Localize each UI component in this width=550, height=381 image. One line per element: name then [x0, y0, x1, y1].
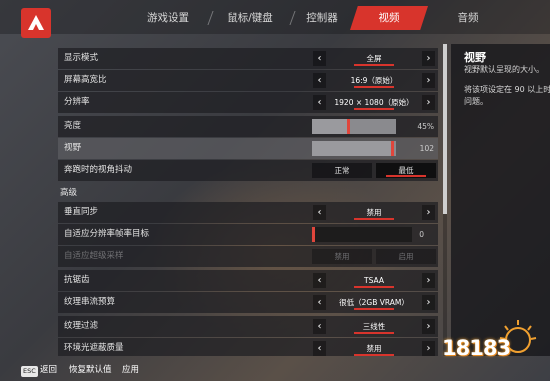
setting-label: 自适应分辨率帧率目标 [64, 229, 150, 239]
slider-fill [312, 119, 350, 134]
chevron-right-icon[interactable]: › [422, 273, 435, 288]
brightness-slider[interactable] [312, 119, 396, 134]
setting-anti-aliasing[interactable]: 抗锯齿 ‹ TSAA › [58, 270, 438, 291]
slider-value: 0 [419, 230, 424, 239]
description-text: 将该项设定在 90 以上时 [464, 85, 550, 94]
watermark-text: 18183 [442, 336, 511, 360]
setting-label: 亮度 [64, 121, 82, 131]
selection-underline [354, 308, 394, 310]
selection-underline [354, 354, 394, 356]
chevron-left-icon[interactable]: ‹ [313, 273, 326, 288]
option-minimal[interactable]: 最低 [376, 163, 436, 178]
setting-texture-filtering[interactable]: 纹理过滤 ‹ 三线性 › [58, 316, 438, 337]
setting-label: 奔跑时的视角抖动 [64, 165, 133, 175]
setting-label: 自适应超级采样 [64, 251, 124, 261]
tab-controller[interactable]: 控制器 [300, 6, 344, 30]
tab-mouse-keyboard[interactable]: 鼠标/键盘 [220, 6, 280, 30]
setting-brightness[interactable]: 亮度 45% [58, 116, 438, 137]
chevron-right-icon[interactable]: › [422, 51, 435, 66]
chevron-right-icon[interactable]: › [422, 205, 435, 220]
video-settings-list: 显示模式 ‹ 全屏 › 屏幕高宽比 ‹ 16:9（原始） › 分辨率 ‹ 192… [58, 44, 438, 356]
option-enabled: 启用 [376, 249, 436, 264]
chevron-left-icon[interactable]: ‹ [313, 51, 326, 66]
setting-label: 垂直同步 [64, 207, 99, 217]
selection-underline [354, 64, 394, 66]
chevron-left-icon[interactable]: ‹ [313, 73, 326, 88]
setting-label: 显示模式 [64, 53, 99, 63]
back-button[interactable]: 返回 [40, 363, 57, 378]
footer-bar: ESC 返回 恢复默认值 应用 [0, 360, 550, 381]
setting-label: 屏幕高宽比 [64, 75, 107, 85]
setting-description-panel: 视野 视野默认呈现的大小。 将该项设定在 90 以上时 问题。 [451, 44, 550, 356]
tab-gameplay[interactable]: 游戏设置 [140, 6, 196, 30]
chevron-right-icon[interactable]: › [422, 95, 435, 110]
selection-underline [354, 218, 394, 220]
setting-label: 环境光遮蔽质量 [64, 343, 124, 353]
chevron-right-icon[interactable]: › [422, 319, 435, 334]
chevron-right-icon[interactable]: › [422, 341, 435, 356]
esc-key-icon: ESC [21, 366, 38, 377]
setting-fov[interactable]: 视野 102 [58, 138, 438, 159]
setting-vsync[interactable]: 垂直同步 ‹ 禁用 › [58, 202, 438, 223]
slider-knob[interactable] [312, 227, 315, 242]
chevron-left-icon[interactable]: ‹ [313, 95, 326, 110]
setting-display-mode[interactable]: 显示模式 ‹ 全屏 › [58, 48, 438, 69]
setting-resolution[interactable]: 分辨率 ‹ 1920 × 1080（原始） › [58, 92, 438, 113]
description-text: 视野默认呈现的大小。 [464, 65, 544, 74]
tab-separator [289, 11, 296, 25]
selection-underline [354, 286, 394, 288]
section-heading-advanced: 高级 [60, 188, 78, 198]
setting-ambient-occlusion[interactable]: 环境光遮蔽质量 ‹ 禁用 › [58, 338, 438, 356]
setting-label: 纹理过滤 [64, 321, 99, 331]
chevron-left-icon[interactable]: ‹ [313, 295, 326, 310]
setting-adaptive-supersampling: 自适应超级采样 禁用 启用 [58, 246, 438, 267]
slider-value: 102 [419, 144, 434, 153]
selection-underline [354, 332, 394, 334]
chevron-right-icon[interactable]: › [422, 73, 435, 88]
top-tab-bar: 游戏设置 鼠标/键盘 控制器 视频 音频 [0, 0, 550, 38]
selection-underline [354, 108, 394, 110]
tab-audio[interactable]: 音频 [440, 6, 496, 30]
apex-logo-icon [21, 8, 51, 38]
option-disabled: 禁用 [312, 249, 372, 264]
option-normal[interactable]: 正常 [312, 163, 372, 178]
setting-label: 纹理串流预算 [64, 297, 116, 307]
setting-label: 视野 [64, 143, 82, 153]
slider-value: 45% [417, 122, 434, 131]
slider-knob[interactable] [391, 141, 395, 156]
chevron-left-icon[interactable]: ‹ [313, 341, 326, 356]
setting-label: 抗锯齿 [64, 275, 90, 285]
settings-scrollbar[interactable] [443, 44, 447, 356]
reset-defaults-button[interactable]: 恢复默认值 [69, 363, 112, 378]
tab-video[interactable]: 视频 [350, 6, 428, 30]
setting-texture-streaming-budget[interactable]: 纹理串流预算 ‹ 很低（2GB VRAM） › [58, 292, 438, 313]
setting-adaptive-resolution-target[interactable]: 自适应分辨率帧率目标 0 [58, 224, 438, 245]
scrollbar-thumb[interactable] [443, 44, 447, 214]
chevron-left-icon[interactable]: ‹ [313, 319, 326, 334]
slider-fill [312, 141, 395, 156]
slider-knob[interactable] [346, 119, 350, 134]
apply-button[interactable]: 应用 [122, 363, 139, 378]
fov-slider[interactable] [312, 141, 396, 156]
tab-separator [207, 11, 214, 25]
selection-underline [354, 86, 394, 88]
setting-label: 分辨率 [64, 97, 90, 107]
setting-sprint-view-shake[interactable]: 奔跑时的视角抖动 正常 最低 [58, 160, 438, 181]
description-text: 问题。 [464, 97, 488, 106]
setting-aspect-ratio[interactable]: 屏幕高宽比 ‹ 16:9（原始） › [58, 70, 438, 91]
chevron-left-icon[interactable]: ‹ [313, 205, 326, 220]
chevron-right-icon[interactable]: › [422, 295, 435, 310]
description-title: 视野 [464, 51, 486, 64]
